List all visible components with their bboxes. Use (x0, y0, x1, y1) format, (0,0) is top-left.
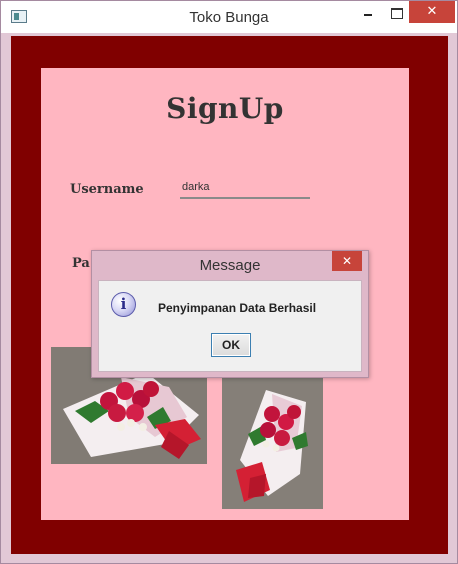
maximize-button[interactable] (383, 1, 409, 23)
dialog-body: i Penyimpanan Data Berhasil OK (98, 280, 362, 372)
bouquet-image-right (222, 378, 323, 509)
password-label: Pa (72, 256, 90, 271)
ok-button[interactable]: OK (211, 333, 251, 357)
info-icon: i (111, 292, 136, 317)
page-title: SignUp (166, 92, 284, 125)
dialog-close-button[interactable]: ✕ (332, 251, 362, 271)
minimize-button[interactable] (355, 1, 381, 23)
dialog-title: Message (199, 257, 261, 274)
dialog-message: Penyimpanan Data Berhasil (158, 301, 317, 315)
username-label: Username (70, 182, 144, 197)
close-button[interactable]: ✕ (409, 1, 455, 23)
title-bar[interactable]: Toko Bunga ✕ (1, 1, 457, 33)
username-input[interactable] (180, 176, 310, 199)
app-window: Toko Bunga ✕ SignUp Username Pa (0, 0, 458, 564)
message-dialog: Message ✕ i Penyimpanan Data Berhasil OK (91, 250, 369, 378)
